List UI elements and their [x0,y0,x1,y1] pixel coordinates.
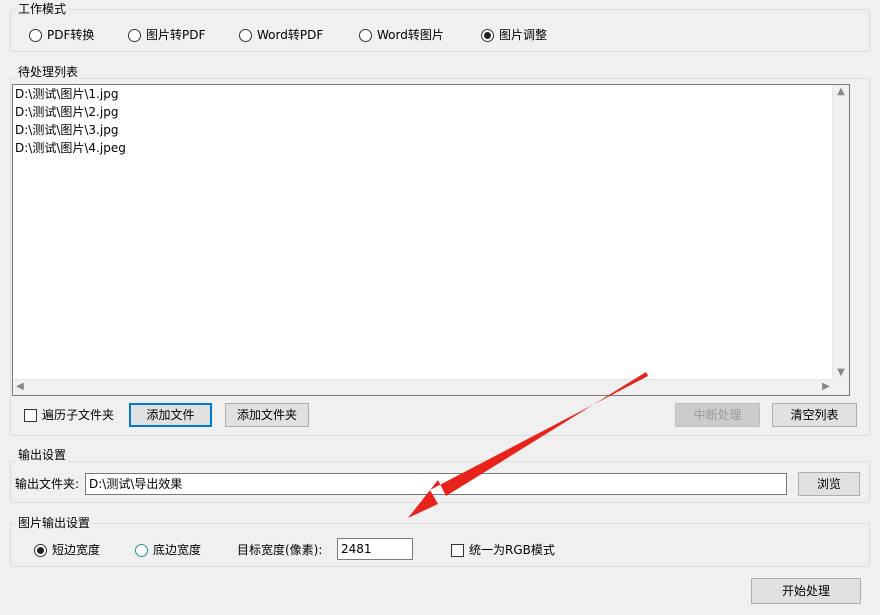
image-output-title: 图片输出设置 [16,516,93,530]
work-mode-title: 工作模式 [16,2,69,16]
target-width-label: 目标宽度(像素): [237,543,323,557]
radio-long-edge[interactable]: 底边宽度 [135,542,201,558]
scroll-down-icon[interactable]: ▼ [834,366,848,380]
checkbox-box [451,543,464,557]
radio-label: Word转PDF [257,28,324,42]
radio-label: 图片调整 [499,28,548,42]
browse-button[interactable]: 浏览 [798,472,860,496]
scroll-up-icon[interactable]: ▲ [834,85,848,99]
interrupt-button[interactable]: 中断处理 [675,403,760,427]
list-item[interactable]: D:\测试\图片\2.jpg [15,103,118,121]
radio-label: PDF转换 [47,28,95,42]
checkbox-box [24,408,37,422]
scroll-right-icon[interactable]: ▶ [819,380,833,394]
start-processing-button[interactable]: 开始处理 [751,578,861,604]
scrollbar-corner [832,379,849,395]
horizontal-scrollbar[interactable]: ◀ ▶ [13,379,833,395]
radio-image-adjust[interactable]: 图片调整 [481,27,547,43]
checkbox-label: 遍历子文件夹 [42,408,115,422]
radio-short-edge[interactable]: 短边宽度 [34,542,100,558]
add-folder-button[interactable]: 添加文件夹 [225,403,309,427]
list-item[interactable]: D:\测试\图片\4.jpeg [15,139,126,157]
output-folder-field[interactable]: D:\测试\导出效果 [85,473,787,495]
radio-circle [29,28,42,42]
radio-label: 底边宽度 [153,543,202,557]
vertical-scrollbar[interactable]: ▲ ▼ [832,85,849,380]
radio-label: 图片转PDF [146,28,206,42]
checkbox-label: 统一为RGB模式 [469,543,555,557]
radio-circle [135,543,148,557]
traverse-subfolders-checkbox[interactable]: 遍历子文件夹 [24,407,114,423]
radio-label: 短边宽度 [52,543,101,557]
radio-circle [128,28,141,42]
radio-word-to-image[interactable]: Word转图片 [359,27,444,43]
file-listbox[interactable]: D:\测试\图片\1.jpg D:\测试\图片\2.jpg D:\测试\图片\3… [12,84,850,396]
radio-label: Word转图片 [377,28,444,42]
pending-list-title: 待处理列表 [16,65,81,79]
list-item[interactable]: D:\测试\图片\1.jpg [15,85,118,103]
clear-list-button[interactable]: 清空列表 [772,403,857,427]
radio-circle [239,28,252,42]
add-file-button[interactable]: 添加文件 [129,403,212,427]
radio-circle-checked [34,543,47,557]
radio-circle-checked [481,28,494,42]
radio-pdf-convert[interactable]: PDF转换 [29,27,94,43]
scroll-left-icon[interactable]: ◀ [13,380,27,394]
target-width-field[interactable]: 2481 [337,538,413,560]
radio-circle [359,28,372,42]
output-folder-label: 输出文件夹: [15,477,80,491]
radio-image-to-pdf[interactable]: 图片转PDF [128,27,205,43]
radio-word-to-pdf[interactable]: Word转PDF [239,27,323,43]
list-item[interactable]: D:\测试\图片\3.jpg [15,121,118,139]
output-settings-title: 输出设置 [16,448,69,462]
rgb-mode-checkbox[interactable]: 统一为RGB模式 [451,542,555,558]
